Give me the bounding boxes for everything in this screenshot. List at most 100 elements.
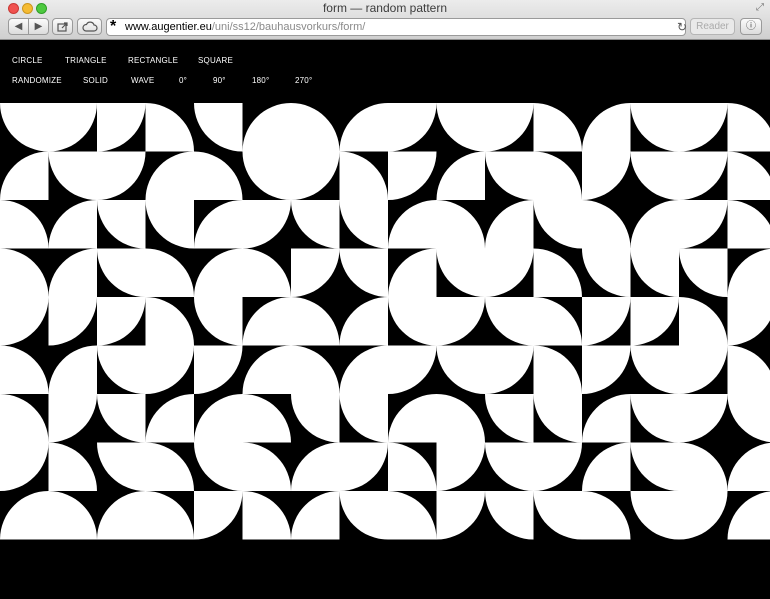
pattern-tile [0, 394, 49, 443]
menu-rotate-0[interactable]: 0° [179, 76, 187, 86]
pattern-tile [630, 103, 679, 152]
pattern-tile [485, 200, 534, 249]
pattern-tile [533, 151, 582, 200]
pattern-tile [339, 297, 388, 346]
address-bar[interactable]: * www.augentier.eu/uni/ss12/bauhausvorku… [106, 18, 687, 36]
pattern-tile [291, 103, 340, 152]
pattern-tile [97, 394, 146, 443]
pattern-tile [97, 345, 146, 394]
pattern-tile [194, 151, 243, 200]
pattern-tile [388, 200, 437, 249]
menu-solid[interactable]: SOLID [83, 76, 108, 86]
pattern-tile [291, 151, 340, 200]
menu-circle[interactable]: CIRCLE [12, 56, 43, 66]
pattern-tile [48, 151, 97, 200]
menu-rotate-270[interactable]: 270° [295, 76, 312, 86]
pattern-tile [0, 345, 49, 394]
pattern-tile [630, 394, 679, 443]
pattern-tile [194, 442, 243, 491]
fullscreen-icon[interactable]: ⤢ [756, 2, 764, 13]
pattern-tile [436, 151, 485, 200]
menu-triangle[interactable]: TRIANGLE [65, 56, 107, 66]
share-button[interactable] [52, 18, 73, 35]
pattern-tile [727, 103, 770, 152]
reader-button[interactable]: Reader [690, 18, 735, 35]
pattern-tile [194, 394, 243, 443]
pattern-tile [727, 248, 770, 297]
extension-button[interactable]: ⓘ [740, 18, 762, 35]
pattern-tile [388, 442, 437, 491]
browser-toolbar: ◀ ▶ * www.augentier.eu/uni/ss12/bauhausv… [0, 17, 770, 39]
pattern-tile [339, 248, 388, 297]
pattern-tile [436, 442, 485, 491]
pattern-tile [0, 491, 49, 540]
pattern-tile [242, 491, 291, 540]
pattern-tile [533, 491, 582, 540]
back-button[interactable]: ◀ [8, 18, 29, 35]
pattern-tile [242, 200, 291, 249]
pattern-tile [97, 151, 146, 200]
back-arrow-icon: ◀ [14, 21, 23, 32]
pattern-tile [582, 103, 631, 152]
pattern-tile [97, 442, 146, 491]
pattern-tile [485, 151, 534, 200]
pattern-tile [582, 394, 631, 443]
menu-square[interactable]: SQUARE [198, 56, 233, 66]
menu-rectangle[interactable]: RECTANGLE [128, 56, 178, 66]
pattern-tile [194, 200, 243, 249]
pattern-tile [388, 345, 437, 394]
menu-rotate-180[interactable]: 180° [252, 76, 269, 86]
pattern-tile [48, 248, 97, 297]
pattern-tile [679, 103, 728, 152]
random-pattern-canvas [0, 103, 770, 540]
pattern-tile [436, 103, 485, 152]
url-host: www.augentier.eu [125, 21, 212, 33]
pattern-tile [388, 151, 437, 200]
pattern-tile [145, 297, 194, 346]
pattern-tile [679, 248, 728, 297]
menu-wave[interactable]: WAVE [131, 76, 154, 86]
pattern-tile [0, 248, 49, 297]
pattern-tile [436, 248, 485, 297]
pattern-tile [582, 151, 631, 200]
pattern-tile [533, 345, 582, 394]
pattern-tile [97, 491, 146, 540]
pattern-tile [145, 103, 194, 152]
pattern-tile [145, 394, 194, 443]
pattern-tile [630, 200, 679, 249]
pattern-tile [194, 103, 243, 152]
forward-arrow-icon: ▶ [34, 21, 43, 32]
url-text[interactable]: www.augentier.eu/uni/ss12/bauhausvorkurs… [125, 20, 365, 34]
pattern-tile [727, 200, 770, 249]
pattern-tile [582, 491, 631, 540]
pattern-tile [145, 491, 194, 540]
pattern-tile [630, 151, 679, 200]
title-bar: form — random pattern ⤢ [0, 0, 770, 16]
menu-rotate-90[interactable]: 90° [213, 76, 226, 86]
forward-button[interactable]: ▶ [28, 18, 49, 35]
pattern-tile [291, 491, 340, 540]
pattern-tile [291, 248, 340, 297]
pattern-tile [727, 394, 770, 443]
page-content: CIRCLE TRIANGLE RECTANGLE SQUARE RANDOMI… [0, 40, 770, 599]
pattern-tile [291, 394, 340, 443]
pattern-tile [48, 345, 97, 394]
pattern-tile [242, 103, 291, 152]
icloud-tabs-button[interactable] [77, 18, 102, 35]
pattern-tile [630, 491, 679, 540]
pattern-tile [194, 248, 243, 297]
pattern-tile [485, 394, 534, 443]
pattern-tile [0, 442, 49, 491]
pattern-tile [339, 491, 388, 540]
reload-icon[interactable]: ↻ [677, 19, 687, 35]
pattern-tile [291, 297, 340, 346]
pattern-tile [533, 297, 582, 346]
pattern-tile [388, 491, 437, 540]
menu-randomize[interactable]: RANDOMIZE [12, 76, 62, 86]
pattern-tile [727, 297, 770, 346]
pattern-tile [242, 442, 291, 491]
pattern-tile [533, 200, 582, 249]
pattern-tile [0, 103, 49, 152]
pattern-tile [679, 394, 728, 443]
pattern-tile [194, 491, 243, 540]
